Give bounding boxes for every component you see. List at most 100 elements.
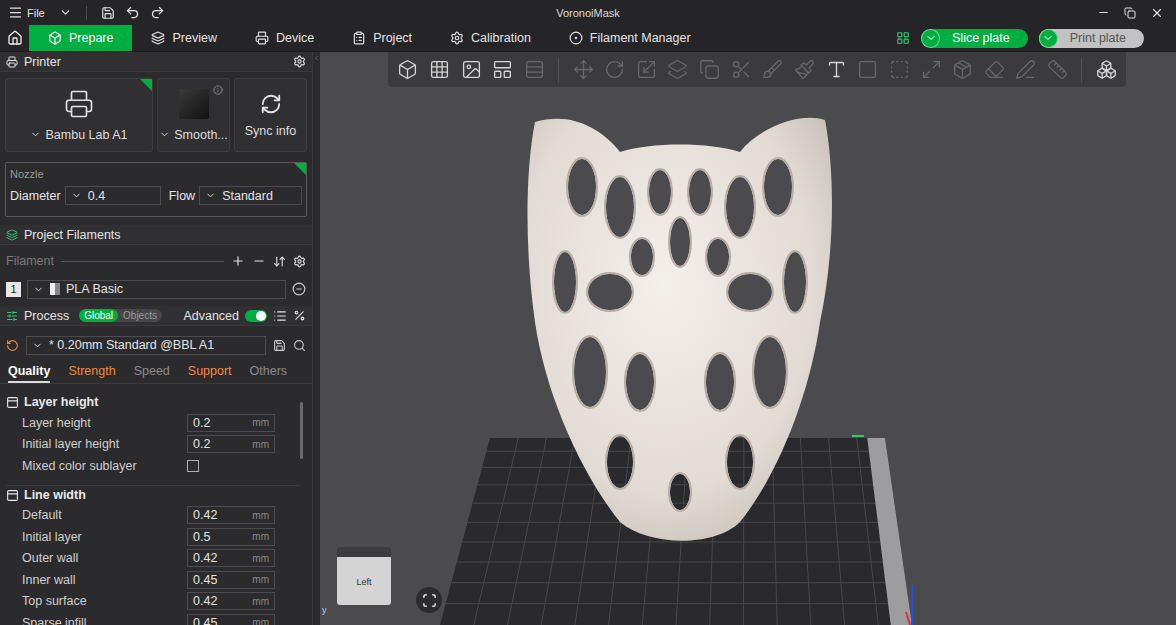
nozzle-select[interactable]: 0.4: [65, 186, 161, 205]
main-tab[interactable]: Filament Manager: [550, 25, 710, 51]
action-dropdown[interactable]: [1039, 29, 1058, 48]
setting-tab[interactable]: Quality: [8, 362, 50, 383]
setting-row: Inner wall0.45mm: [6, 569, 300, 591]
setting-checkbox[interactable]: [187, 460, 199, 472]
setting-row: Layer height0.2mm: [6, 412, 300, 434]
toolbar-button[interactable]: [759, 56, 787, 84]
setting-unit: mm: [252, 553, 269, 564]
setting-value-field[interactable]: 0.42mm: [187, 592, 275, 610]
toolbar-button[interactable]: [664, 56, 692, 84]
minimize-button[interactable]: [1097, 6, 1110, 19]
nozzle-select[interactable]: Standard: [199, 186, 302, 205]
save-icon[interactable]: [273, 339, 286, 352]
toolbar-button[interactable]: [1092, 56, 1120, 84]
setting-value-field[interactable]: 0.45mm: [187, 571, 275, 589]
toolbar-button[interactable]: [569, 56, 597, 84]
setting-tab[interactable]: Speed: [134, 362, 170, 383]
multi-device-button[interactable]: [896, 31, 910, 45]
scope-option[interactable]: Global: [79, 309, 118, 322]
mask-model[interactable]: [528, 118, 832, 541]
setting-value-field[interactable]: 0.5mm: [187, 528, 275, 546]
remove-icon[interactable]: [252, 254, 266, 268]
action-dropdown[interactable]: [921, 29, 940, 48]
add-icon[interactable]: [231, 254, 245, 268]
restore-button[interactable]: [1124, 7, 1136, 19]
advanced-switch[interactable]: [245, 310, 267, 322]
toolbar-button[interactable]: [426, 56, 454, 84]
action-button[interactable]: Print plate: [1039, 29, 1144, 48]
toolbar-button[interactable]: [917, 56, 945, 84]
setting-unit: mm: [252, 531, 269, 542]
focus-button[interactable]: [416, 587, 442, 613]
setting-value-field[interactable]: 0.2mm: [187, 435, 275, 453]
toolbar-button[interactable]: [1044, 56, 1072, 84]
filament-select[interactable]: PLA Basic: [27, 280, 286, 299]
printer-card[interactable]: Sync info: [234, 78, 307, 152]
toolbar-button[interactable]: [632, 56, 660, 84]
reset-icon[interactable]: [6, 339, 19, 352]
chevron-down-icon: [30, 129, 41, 140]
toolbar-button[interactable]: [854, 56, 882, 84]
printer-card[interactable]: Smooth...: [157, 78, 230, 152]
collapse-icon[interactable]: [313, 54, 320, 62]
toolbar-button[interactable]: [981, 56, 1009, 84]
setting-tab[interactable]: Others: [250, 362, 288, 383]
setting-row: Top surface0.42mm: [6, 591, 300, 613]
scene-canvas[interactable]: [320, 52, 1176, 625]
toolbar-button[interactable]: [727, 56, 755, 84]
3d-viewport[interactable]: Lefty: [320, 52, 1176, 625]
save-button[interactable]: [101, 6, 115, 20]
tab-spacer: [710, 25, 896, 51]
search-icon[interactable]: [293, 339, 306, 352]
sync-filament-icon[interactable]: [273, 255, 286, 268]
setting-value-field[interactable]: 0.45mm: [187, 614, 275, 625]
toolbar-button[interactable]: [791, 56, 819, 84]
setting-value-field[interactable]: 0.42mm: [187, 549, 275, 567]
preset-select[interactable]: * 0.20mm Standard @BBL A1: [26, 336, 266, 355]
remove-filament-icon[interactable]: [292, 282, 306, 296]
setting-tab[interactable]: Strength: [68, 362, 115, 383]
printer-card[interactable]: Bambu Lab A1: [5, 78, 153, 152]
plate-grid-line: [800, 438, 811, 625]
setting-value-field[interactable]: 0.42mm: [187, 506, 275, 524]
toolbar-button[interactable]: [457, 56, 485, 84]
gear-icon[interactable]: [293, 255, 306, 268]
scrollbar-thumb[interactable]: [300, 402, 303, 459]
toolbar-button[interactable]: [822, 56, 850, 84]
toolbar-button[interactable]: [1012, 56, 1040, 84]
view-cube[interactable]: Left: [337, 547, 391, 605]
toolbar-button[interactable]: [886, 56, 914, 84]
toolbar-button[interactable]: [949, 56, 977, 84]
filament-index[interactable]: 1: [6, 282, 21, 297]
scope-option[interactable]: Objects: [118, 309, 162, 322]
tab-actions: Slice plate Print plate: [896, 25, 1176, 51]
toolbar-button[interactable]: [601, 56, 629, 84]
action-button[interactable]: Slice plate: [921, 29, 1028, 48]
plate-edge-strip: [867, 438, 912, 625]
gear-icon[interactable]: [293, 55, 306, 68]
setting-value-field[interactable]: 0.2mm: [187, 414, 275, 432]
main-tab[interactable]: Device: [236, 25, 333, 51]
setting-label: Default: [22, 508, 187, 522]
info-button[interactable]: [213, 85, 223, 95]
toolbar-button[interactable]: [394, 56, 422, 84]
list-icon[interactable]: [273, 309, 287, 323]
process-icon: [6, 310, 18, 322]
percent-icon[interactable]: [293, 309, 306, 322]
app-window: FileVoronoiMaskPreparePreviewDeviceProje…: [0, 0, 1176, 625]
main-tab[interactable]: Prepare: [29, 25, 132, 51]
main-tab[interactable]: Calibration: [431, 25, 550, 51]
redo-button[interactable]: [150, 5, 165, 20]
file-menu[interactable]: File: [8, 5, 72, 20]
main-tab[interactable]: Project: [333, 25, 431, 51]
toolbar-button[interactable]: [521, 56, 549, 84]
close-button[interactable]: [1150, 6, 1164, 20]
main-tab[interactable]: Preview: [132, 25, 235, 51]
home-tab[interactable]: [0, 25, 29, 51]
setting-tab[interactable]: Support: [188, 362, 232, 383]
panel-divider[interactable]: [312, 52, 320, 625]
mask-hole-edge: [573, 336, 607, 408]
toolbar-button[interactable]: [696, 56, 724, 84]
toolbar-button[interactable]: [489, 56, 517, 84]
undo-button[interactable]: [125, 5, 140, 20]
